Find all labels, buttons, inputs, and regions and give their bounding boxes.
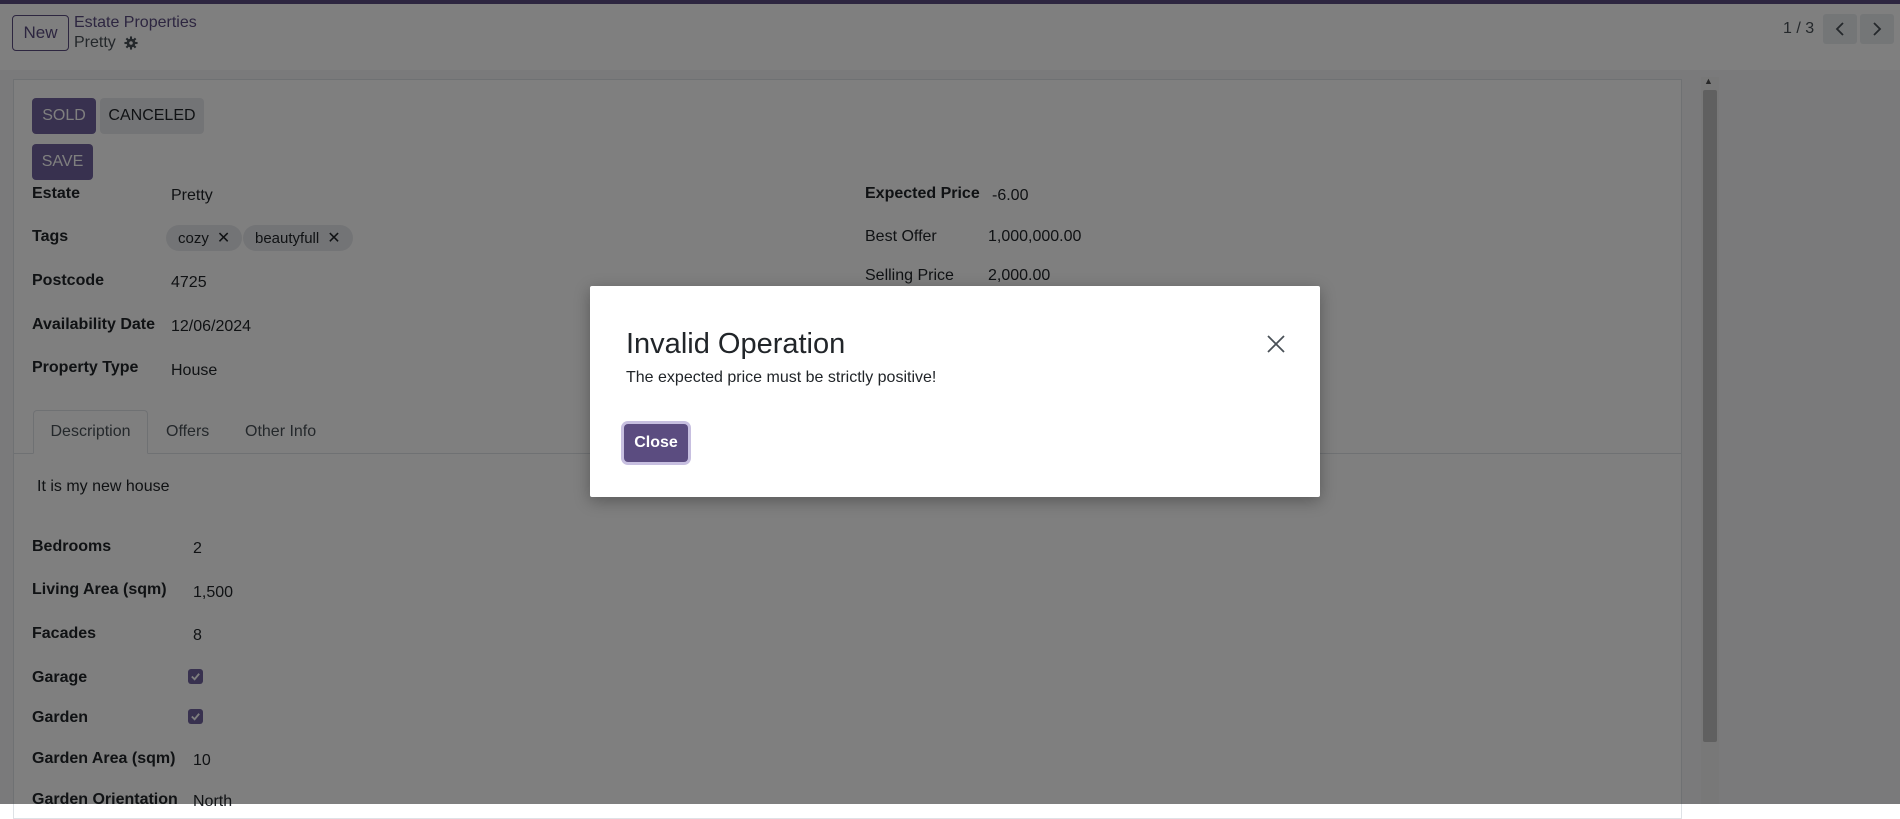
dialog-close-button[interactable]: Close bbox=[624, 424, 688, 462]
dialog-message: The expected price must be strictly posi… bbox=[626, 369, 937, 386]
close-icon[interactable] bbox=[1264, 332, 1288, 356]
dialog-title: Invalid Operation bbox=[626, 328, 846, 360]
error-dialog: Invalid Operation The expected price mus… bbox=[590, 286, 1320, 497]
